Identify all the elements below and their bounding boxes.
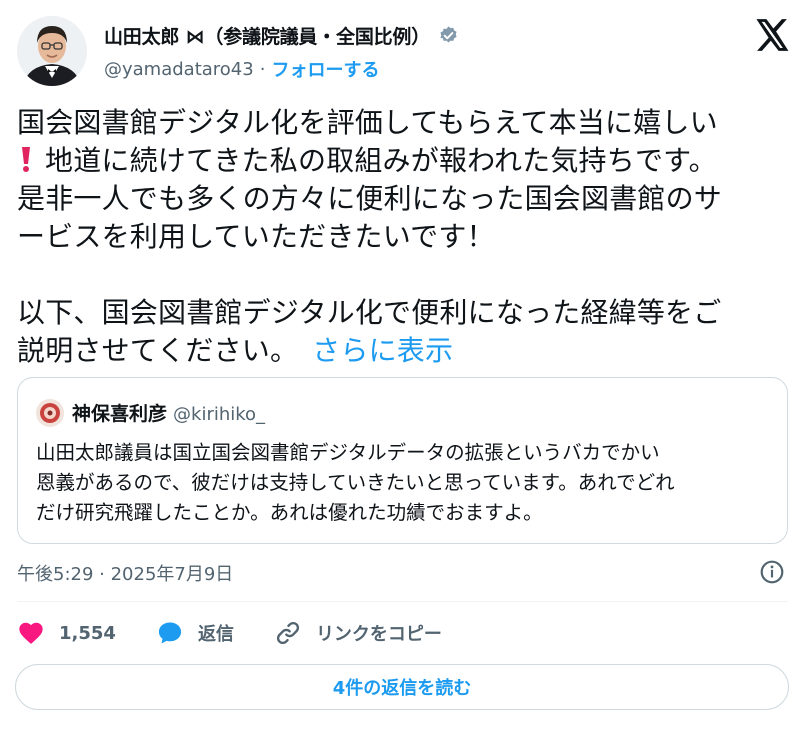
tweet-line: 国会図書館デジタル化を評価してもらえて本当に嬉しい: [17, 106, 718, 139]
quote-line: だけ研究飛躍したことか。あれは優れた功績でおますよ。: [36, 501, 543, 524]
copy-link-label: リンクをコピー: [315, 624, 442, 645]
copy-link-button[interactable]: リンクをコピー: [274, 619, 442, 647]
tweet-line: 是非一人でも多くの方々に便利になった国会図書館のサ: [17, 182, 723, 215]
verified-badge-icon[interactable]: [438, 25, 459, 46]
read-replies-button[interactable]: 4件の返信を読む: [15, 664, 789, 710]
show-more-link[interactable]: さらに表示: [312, 334, 453, 367]
tweet-timestamp[interactable]: 午後5:29 · 2025年7月9日: [17, 560, 233, 586]
divider: [17, 601, 788, 602]
tweet-line: 以下、国会図書館デジタル化で便利になった経緯等をご: [17, 296, 722, 329]
quote-author-row: 神保喜利彦 @kirihiko_: [72, 399, 265, 426]
like-count: 1,554: [59, 622, 116, 644]
quote-author-avatar[interactable]: [36, 399, 64, 427]
follow-button[interactable]: フォローする: [271, 56, 379, 82]
info-icon[interactable]: [759, 559, 785, 585]
reply-button[interactable]: 返信: [156, 619, 234, 647]
heart-icon: [19, 622, 43, 644]
quote-line: 恩義があるので、彼だけは支持していきたいと思っています。あれでどれ: [36, 471, 675, 494]
quote-text: 山田太郎議員は国立国会図書館デジタルデータの拡張というバカでかい 恩義があるので…: [36, 438, 781, 528]
tweet-line: 説明させてください。 さらに表示: [17, 332, 787, 370]
quote-line: 山田太郎議員は国立国会図書館デジタルデータの拡張というバカでかい: [36, 441, 660, 464]
quote-author-handle: @kirihiko_: [173, 404, 266, 425]
tweet-card: 山田太郎 ⋈（参議院議員・全国比例） @yamadataro43 · フォローす…: [0, 0, 799, 730]
link-icon: [276, 621, 299, 645]
author-handle[interactable]: @yamadataro43: [104, 59, 254, 80]
handle-separator: ·: [259, 58, 266, 80]
read-replies-label: 4件の返信を読む: [332, 678, 472, 699]
reply-bubble-icon: [158, 622, 182, 644]
author-display-name[interactable]: 山田太郎 ⋈（参議院議員・全国比例）: [104, 22, 430, 49]
like-button[interactable]: 1,554: [17, 619, 116, 647]
action-bar: 1,554 返信 リンクをコピー: [17, 618, 482, 648]
exclamation-icon: [17, 145, 35, 173]
tweet-text: 国会図書館デジタル化を評価してもらえて本当に嬉しい 地道に続けてきた私の取組みが…: [17, 104, 787, 370]
reply-label: 返信: [197, 624, 234, 645]
quoted-tweet[interactable]: 神保喜利彦 @kirihiko_ 山田太郎議員は国立国会図書館デジタルデータの拡…: [17, 377, 788, 544]
quote-author-name: 神保喜利彦: [72, 403, 168, 425]
tweet-line: ービスを利用していただきたいです！: [17, 220, 495, 253]
author-avatar[interactable]: [17, 16, 87, 86]
tweet-line: 地道に続けてきた私の取組みが報われた気持ちです。: [17, 142, 787, 180]
tweet-line-text: 説明させてください。: [17, 334, 299, 367]
author-name-row: 山田太郎 ⋈（参議院議員・全国比例）: [104, 22, 459, 48]
tweet-line-text: 地道に続けてきた私の取組みが報われた気持ちです。: [45, 144, 717, 177]
x-logo-icon[interactable]: [752, 16, 790, 54]
author-handle-row: @yamadataro43 · フォローする: [104, 56, 379, 82]
